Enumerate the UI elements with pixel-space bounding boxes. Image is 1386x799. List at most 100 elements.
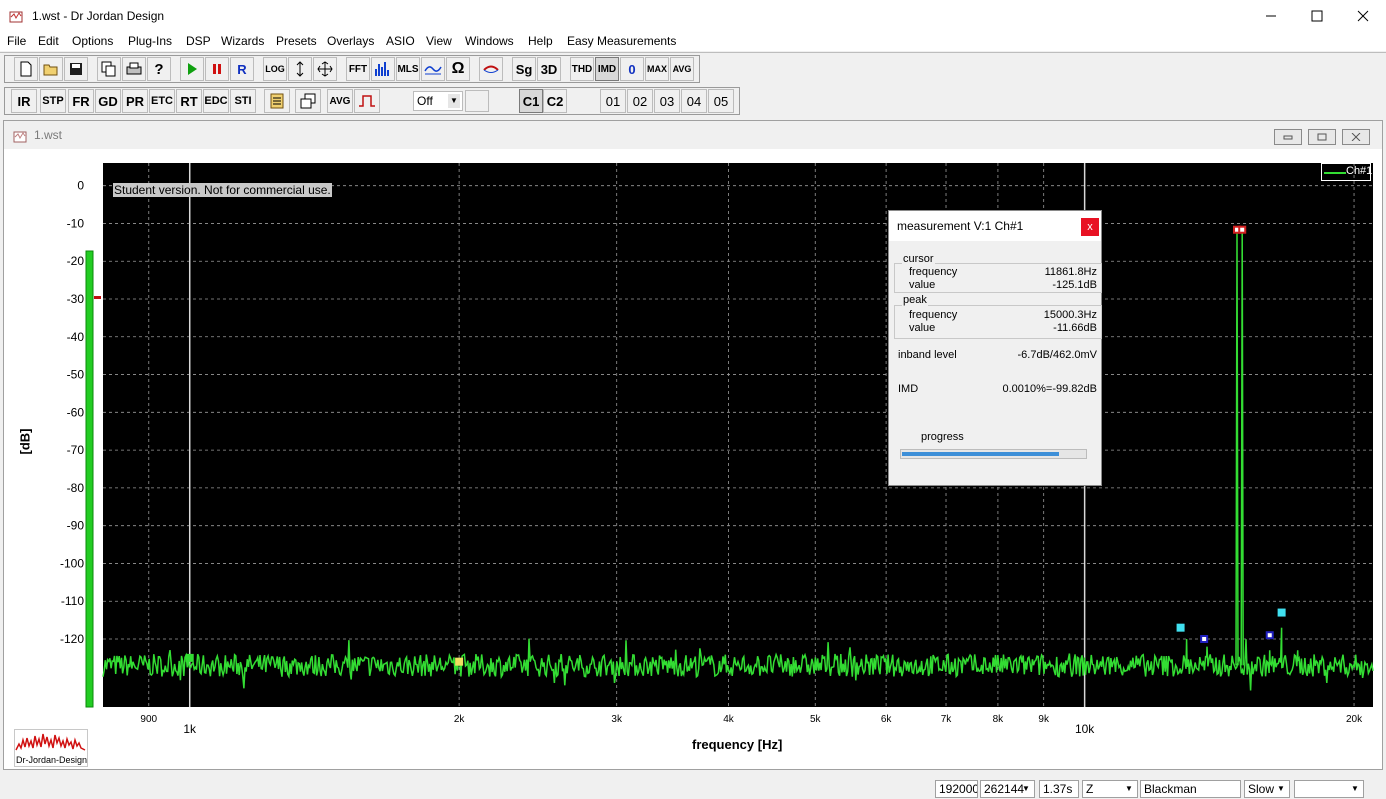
minimize-button[interactable] — [1248, 0, 1294, 32]
status-bar: 192000 262144 ▼ 1.37s Z ▼ Blackman Slow … — [0, 779, 1386, 799]
x-tick-label: 2k — [454, 714, 466, 725]
pr-button[interactable]: PR — [122, 89, 148, 113]
log-button[interactable]: LOG — [263, 57, 287, 81]
copy-button[interactable] — [97, 57, 121, 81]
spectrum-button[interactable] — [371, 57, 395, 81]
sti-button[interactable]: STI — [230, 89, 256, 113]
rt-button[interactable]: RT — [176, 89, 202, 113]
menu-file[interactable]: File — [7, 34, 26, 48]
fft-button[interactable]: FFT — [346, 57, 370, 81]
x-tick-label: 5k — [810, 714, 822, 725]
gd-button[interactable]: GD — [95, 89, 121, 113]
fftsize-select[interactable]: 262144 ▼ — [980, 780, 1035, 798]
avg-button[interactable]: AVG — [670, 57, 694, 81]
menu-plugins[interactable]: Plug-Ins — [128, 34, 172, 48]
open-button[interactable] — [39, 57, 63, 81]
etc-button[interactable]: ETC — [149, 89, 175, 113]
zero-button[interactable]: 0 — [620, 57, 644, 81]
x-tick-label: 900 — [140, 714, 157, 725]
fr-button[interactable]: FR — [68, 89, 94, 113]
impedance-button[interactable]: Ω — [446, 57, 470, 81]
doc-minimize-button[interactable] — [1274, 129, 1302, 145]
inband-level-value: -6.7dB/462.0mV — [1017, 349, 1098, 361]
logo-text: Dr-Jordan-Design — [16, 755, 88, 765]
document-title-bar: 1.wst — [4, 121, 1382, 149]
overlay-01-button[interactable]: 01 — [600, 89, 626, 113]
help-button[interactable]: ? — [147, 57, 171, 81]
menu-options[interactable]: Options — [72, 34, 113, 48]
new-file-button[interactable] — [14, 57, 38, 81]
minimize-icon — [1283, 135, 1293, 140]
close-button[interactable] — [1340, 0, 1386, 32]
document-window: 1.wst 0 -10 -20 -30 -40 -50 -60 -70 -80 -90 -100 -1… — [3, 120, 1383, 770]
y-tick-label: -30 — [67, 292, 85, 306]
menu-asio[interactable]: ASIO — [386, 34, 415, 48]
chevron-down-icon: ▼ — [1125, 784, 1133, 793]
y-tick-label: -20 — [67, 254, 85, 268]
sg-button[interactable]: Sg — [512, 57, 536, 81]
menu-overlays[interactable]: Overlays — [327, 34, 374, 48]
record-button[interactable]: R — [230, 57, 254, 81]
3d-button[interactable]: 3D — [537, 57, 561, 81]
chevron-down-icon: ▼ — [448, 94, 460, 108]
vertical-arrows-icon — [296, 61, 304, 77]
overlay-03-button[interactable]: 03 — [654, 89, 680, 113]
overlay-02-button[interactable]: 02 — [627, 89, 653, 113]
overlay-04-button[interactable]: 04 — [681, 89, 707, 113]
menu-presets[interactable]: Presets — [276, 34, 317, 48]
menu-help[interactable]: Help — [528, 34, 553, 48]
play-icon — [188, 63, 197, 75]
menu-edit[interactable]: Edit — [38, 34, 59, 48]
save-button[interactable] — [64, 57, 88, 81]
progress-fill — [902, 452, 1060, 456]
report-button[interactable] — [264, 89, 290, 113]
gate-button[interactable] — [354, 89, 380, 113]
filter-button[interactable] — [421, 57, 445, 81]
menu-easy-measurements[interactable]: Easy Measurements — [567, 34, 676, 48]
menu-windows[interactable]: Windows — [465, 34, 514, 48]
chevron-down-icon: ▼ — [1277, 784, 1285, 793]
max-button[interactable]: MAX — [645, 57, 669, 81]
chevron-down-icon: ▼ — [1351, 784, 1359, 793]
blank-button[interactable] — [465, 90, 489, 112]
spectrum-plot[interactable]: 0 -10 -20 -30 -40 -50 -60 -70 -80 -90 -100 -110 -120… — [14, 153, 1376, 767]
cascade-icon — [300, 93, 316, 109]
channel-c1-button[interactable]: C1 — [519, 89, 543, 113]
imd-button[interactable]: IMD — [595, 57, 619, 81]
overlay-05-button[interactable]: 05 — [708, 89, 734, 113]
menu-wizards[interactable]: Wizards — [221, 34, 264, 48]
mls-button[interactable]: MLS — [396, 57, 420, 81]
avg2-button[interactable]: AVG — [327, 89, 353, 113]
maximize-button[interactable] — [1294, 0, 1340, 32]
pan-button[interactable] — [313, 57, 337, 81]
samplerate-field: 192000 — [935, 780, 978, 798]
windows-button[interactable] — [295, 89, 321, 113]
pause-button[interactable] — [205, 57, 229, 81]
ir-button[interactable]: IR — [11, 89, 37, 113]
save-icon — [70, 63, 82, 75]
menu-dsp[interactable]: DSP — [186, 34, 211, 48]
menu-view[interactable]: View — [426, 34, 452, 48]
peak-frequency-label: frequency — [909, 309, 958, 321]
channel-c2-button[interactable]: C2 — [543, 89, 567, 113]
vertical-zoom-button[interactable] — [288, 57, 312, 81]
doc-restore-button[interactable] — [1308, 129, 1336, 145]
dialog-close-button[interactable]: x — [1081, 218, 1099, 236]
maximize-icon — [1311, 10, 1323, 22]
edc-button[interactable]: EDC — [203, 89, 229, 113]
help-icon: ? — [154, 60, 164, 78]
thd-button[interactable]: THD — [570, 57, 594, 81]
loop-button[interactable] — [479, 57, 503, 81]
play-button[interactable] — [180, 57, 204, 81]
doc-close-button[interactable] — [1342, 129, 1370, 145]
speed-select[interactable]: Slow ▼ — [1244, 780, 1290, 798]
progress-label: progress — [921, 431, 964, 443]
peak-value: -11.66dB — [1053, 322, 1097, 334]
stp-button[interactable]: STP — [40, 89, 66, 113]
off-select[interactable]: Off ▼ — [413, 91, 463, 111]
print-button[interactable] — [122, 57, 146, 81]
off-select-value: Off — [417, 94, 433, 108]
extra-select[interactable]: ▼ — [1294, 780, 1364, 798]
z-select[interactable]: Z ▼ — [1082, 780, 1138, 798]
y-tick-label: -60 — [67, 405, 85, 419]
